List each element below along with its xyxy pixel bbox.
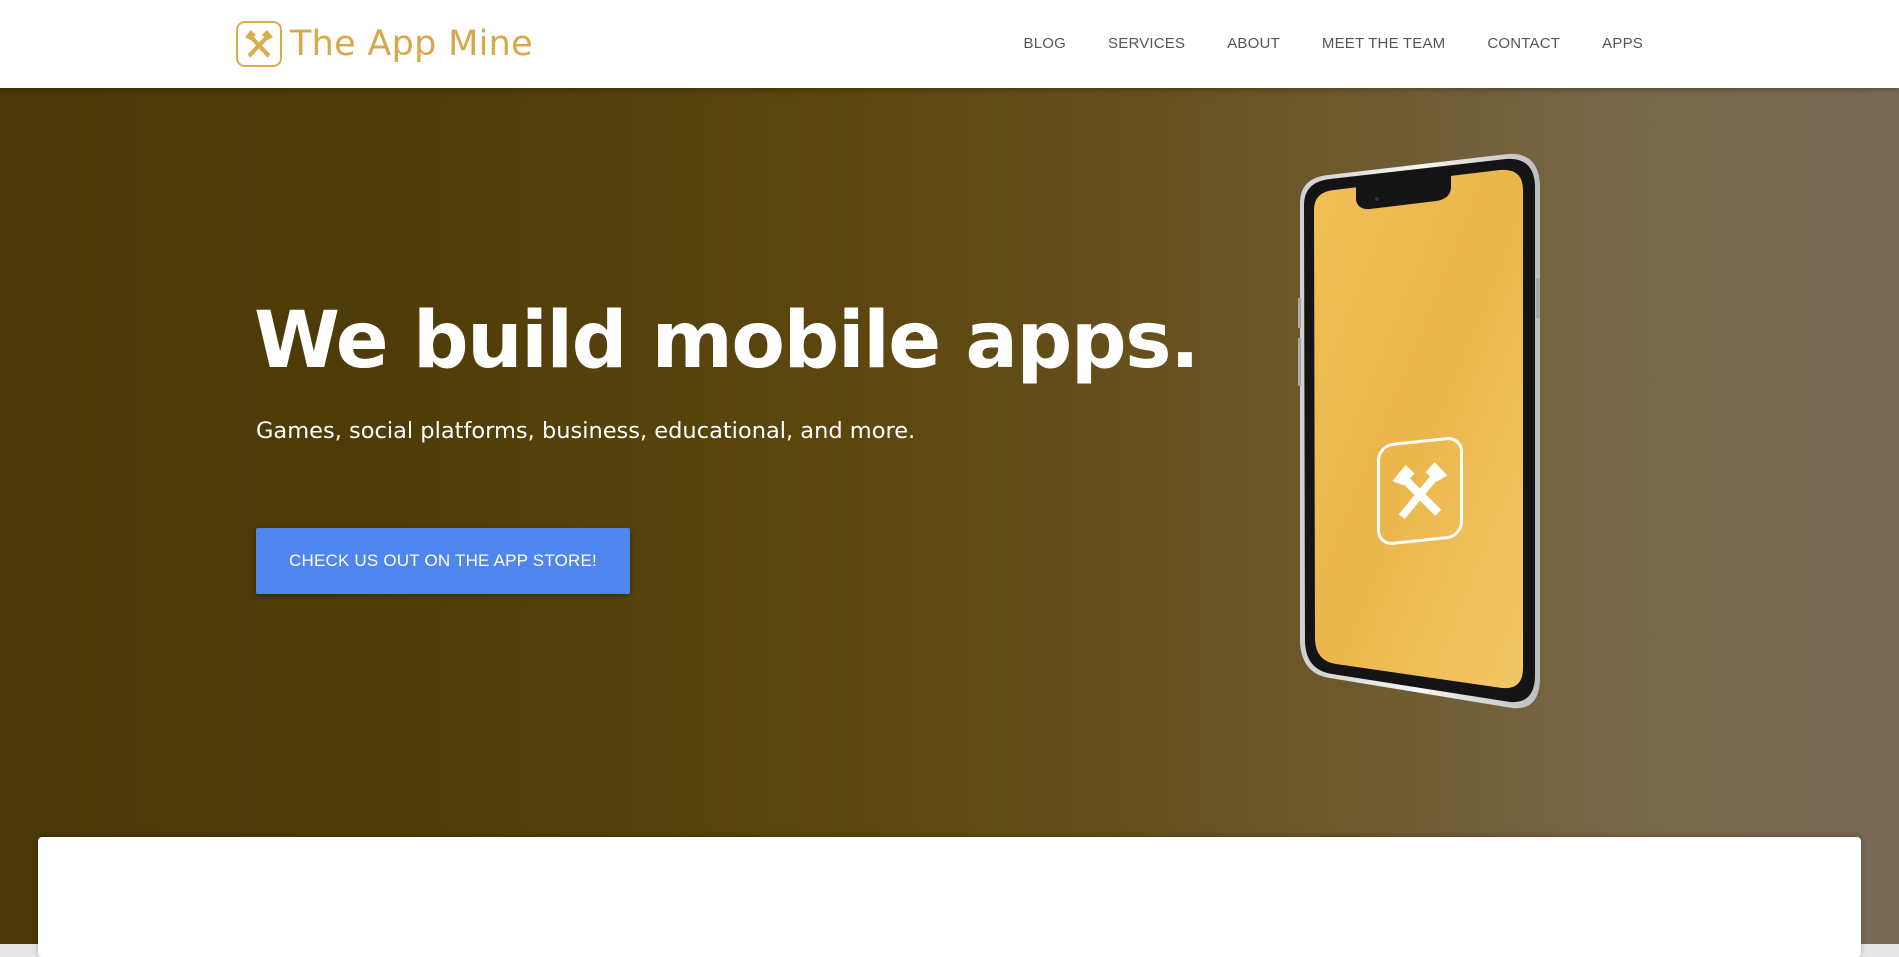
crossed-hammers-icon [1377,435,1463,547]
top-navbar: The App Mine BLOG SERVICES ABOUT MEET TH… [0,0,1899,88]
nav-item-contact[interactable]: CONTACT [1487,35,1560,52]
crossed-hammers-icon [236,21,282,67]
nav-item-apps[interactable]: APPS [1602,35,1643,52]
nav-item-meet-the-team[interactable]: MEET THE TEAM [1322,35,1445,52]
brand-name: The App Mine [290,24,533,64]
brand-link[interactable]: The App Mine [236,20,533,68]
nav-item-blog[interactable]: BLOG [1024,35,1066,52]
hero-subheadline: Games, social platforms, business, educa… [256,418,916,444]
hero-section: We build mobile apps. Games, social plat… [0,88,1899,944]
app-store-button[interactable]: CHECK US OUT ON THE APP STORE! [256,528,630,594]
content-card [38,837,1861,957]
nav-item-about[interactable]: ABOUT [1227,35,1280,52]
nav-item-services[interactable]: SERVICES [1108,35,1185,52]
phone-mockup [1290,148,1550,718]
hero-headline: We build mobile apps. [254,296,1200,386]
main-nav: BLOG SERVICES ABOUT MEET THE TEAM CONTAC… [982,0,1643,86]
